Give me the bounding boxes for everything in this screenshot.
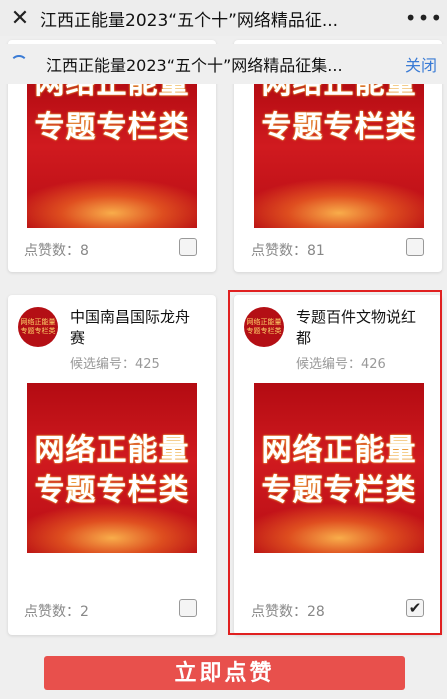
entry-name[interactable]: 专题百件文物说红 都	[296, 307, 436, 349]
entry-card: 网络正能量 专题专栏类 中国南昌国际龙舟 赛 候选编号：425 网络正能量 专题…	[8, 295, 216, 635]
vote-checkbox-checked[interactable]: ✔	[406, 599, 424, 617]
avatar-line-1: 网络正能量	[20, 318, 56, 326]
avatar-line-2: 专题专栏类	[246, 327, 282, 335]
poster-glow	[27, 178, 197, 228]
vote-checkbox[interactable]	[406, 238, 424, 256]
entry-poster-image[interactable]: 网络正能量 专题专栏类	[254, 383, 424, 553]
vote-now-button[interactable]: 立即点赞	[44, 656, 405, 690]
poster-glow	[254, 178, 424, 228]
avatar-line-1: 网络正能量	[246, 318, 282, 326]
poster-glow	[254, 503, 424, 553]
page-title: 江西正能量2023“五个十”网络精品征...	[40, 10, 339, 31]
entry-name-line-2: 赛	[70, 329, 86, 347]
avatar-line-2: 专题专栏类	[20, 327, 56, 335]
like-count: 点赞数：28	[251, 604, 325, 620]
poster-glow	[27, 503, 197, 553]
entry-poster-image[interactable]: 网络正能量 专题专栏类	[27, 80, 197, 228]
entry-name-line-2: 都	[296, 329, 312, 347]
vote-checkbox[interactable]	[179, 238, 197, 256]
like-count: 点赞数：81	[251, 243, 325, 259]
vote-checkbox[interactable]	[179, 599, 197, 617]
close-icon[interactable]: ✕	[0, 6, 40, 31]
close-link[interactable]: 关闭	[405, 52, 437, 76]
sub-header: 江西正能量2023“五个十”网络精品征集... 关闭	[0, 44, 447, 84]
poster-line-1: 网络正能量	[261, 433, 417, 468]
poster-line-1: 网络正能量	[34, 433, 190, 468]
poster-line-2: 专题专栏类	[261, 110, 417, 145]
entry-poster-image[interactable]: 网络正能量 专题专栏类	[27, 383, 197, 553]
entry-poster-image[interactable]: 网络正能量 专题专栏类	[254, 80, 424, 228]
candidate-number: 候选编号：425	[70, 357, 160, 372]
avatar: 网络正能量 专题专栏类	[244, 307, 284, 347]
entry-card: 网络正能量 专题专栏类 专题百件文物说红 都 候选编号：426 网络正能量 专题…	[234, 295, 442, 635]
entry-name[interactable]: 中国南昌国际龙舟 赛	[70, 307, 210, 349]
entry-name-line-1: 中国南昌国际龙舟	[70, 308, 191, 326]
poster-line-2: 专题专栏类	[34, 110, 190, 145]
avatar: 网络正能量 专题专栏类	[18, 307, 58, 347]
entry-name-line-1: 专题百件文物说红	[296, 308, 417, 326]
loading-spinner-icon	[10, 55, 28, 73]
top-bar: ✕ 江西正能量2023“五个十”网络精品征... •••	[0, 0, 447, 36]
more-options-icon[interactable]: •••	[401, 6, 447, 30]
candidate-number: 候选编号：426	[296, 357, 386, 372]
sub-header-title: 江西正能量2023“五个十”网络精品征集...	[46, 56, 343, 75]
like-count: 点赞数：8	[24, 243, 89, 259]
like-count: 点赞数：2	[24, 604, 89, 620]
